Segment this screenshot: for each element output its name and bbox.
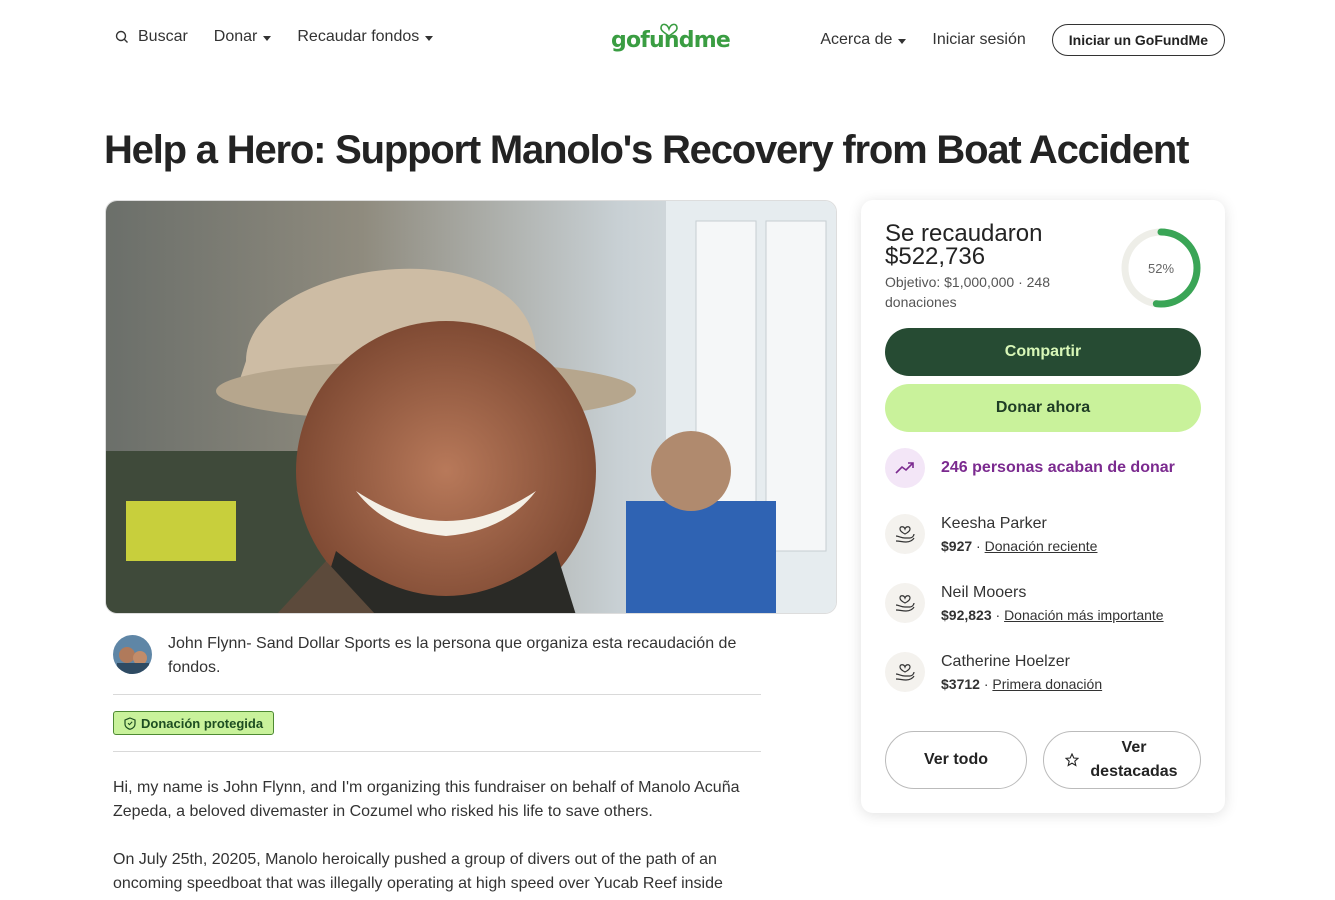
see-featured-button[interactable]: Ver destacadas	[1043, 731, 1201, 789]
donor-amount: $92,823	[941, 607, 992, 623]
campaign-photo[interactable]	[105, 200, 837, 614]
campaign-photo-image	[106, 201, 836, 613]
donor-tag-link[interactable]: Donación reciente	[985, 538, 1098, 554]
search-icon	[115, 30, 128, 43]
signin-link[interactable]: Iniciar sesión	[932, 31, 1025, 49]
donate-now-button[interactable]: Donar ahora	[885, 384, 1201, 432]
organizer-text: John Flynn- Sand Dollar Sports es la per…	[168, 635, 737, 676]
search-link[interactable]: Buscar	[114, 28, 188, 46]
donor-amount: $3712	[941, 676, 980, 692]
fundraise-menu[interactable]: Recaudar fondos	[297, 28, 434, 46]
goal-text: Objetivo: $1,000,000 · 248 donaciones	[885, 274, 1051, 310]
donor-name: Catherine Hoelzer	[941, 653, 1070, 670]
campaign-story: Hi, my name is John Flynn, and I'm organ…	[113, 776, 763, 900]
organizer-avatar[interactable]	[113, 635, 152, 674]
caret-down-icon	[425, 35, 434, 41]
donation-hand-icon	[885, 652, 925, 692]
nav-left: Buscar Donar Recaudar fondos	[114, 28, 459, 46]
progress-percent: 52%	[1147, 260, 1175, 276]
trending-up-icon	[885, 448, 925, 488]
donor-item: Neil Mooers $92,823 · Donación más impor…	[885, 582, 1164, 625]
story-paragraph: Hi, my name is John Flynn, and I'm organ…	[113, 779, 740, 820]
donate-menu[interactable]: Donar	[214, 28, 272, 46]
recent-donations-row: 246 personas acaban de donar	[885, 448, 1175, 488]
organizer-row: John Flynn- Sand Dollar Sports es la per…	[113, 632, 761, 680]
donor-tag-link[interactable]: Primera donación	[992, 676, 1102, 692]
shield-icon	[124, 716, 136, 730]
divider	[113, 751, 761, 752]
donor-item: Keesha Parker $927 · Donación reciente	[885, 513, 1097, 556]
start-gofundme-button[interactable]: Iniciar un GoFundMe	[1051, 24, 1225, 56]
donation-hand-icon	[885, 514, 925, 554]
donor-item: Catherine Hoelzer $3712 · Primera donaci…	[885, 651, 1102, 694]
caret-down-icon	[898, 38, 907, 44]
donor-amount: $927	[941, 538, 973, 554]
about-menu-label: Acerca de	[820, 31, 893, 48]
campaign-title: Help a Hero: Support Manolo's Recovery f…	[104, 128, 1189, 172]
donation-hand-icon	[885, 583, 925, 623]
logo-text: gofundme	[611, 28, 731, 53]
donate-menu-label: Donar	[213, 28, 258, 45]
story-paragraph: On July 25th, 20205, Manolo heroically p…	[113, 851, 723, 892]
caret-down-icon	[263, 35, 272, 41]
nav-right: Acerca de Iniciar sesión Iniciar un GoFu…	[820, 24, 1225, 56]
signin-label: Iniciar sesión	[932, 31, 1026, 48]
about-menu[interactable]: Acerca de	[820, 31, 907, 49]
raised-amount: $522,736	[885, 243, 986, 270]
donor-tag-link[interactable]: Donación más importante	[1004, 607, 1164, 623]
share-button[interactable]: Compartir	[885, 328, 1201, 376]
see-all-button[interactable]: Ver todo	[885, 731, 1027, 789]
donor-name: Keesha Parker	[941, 515, 1047, 532]
recent-donations-text: 246 personas acaban de donar	[941, 459, 1175, 476]
fundraise-menu-label: Recaudar fondos	[297, 28, 420, 45]
search-label: Buscar	[138, 28, 188, 45]
protected-donation-badge[interactable]: Donación protegida	[113, 711, 275, 735]
top-nav: Buscar Donar Recaudar fondos gofundme Ac…	[0, 0, 1335, 80]
gofundme-logo[interactable]: gofundme	[611, 22, 731, 58]
see-featured-label: Ver destacadas	[1090, 739, 1178, 780]
donor-name: Neil Mooers	[941, 584, 1027, 601]
donation-sidebar: Se recaudaron $522,736 Objetivo: $1,000,…	[861, 200, 1225, 813]
protected-donation-label: Donación protegida	[141, 715, 264, 731]
divider	[113, 694, 761, 695]
star-icon	[1065, 753, 1079, 767]
